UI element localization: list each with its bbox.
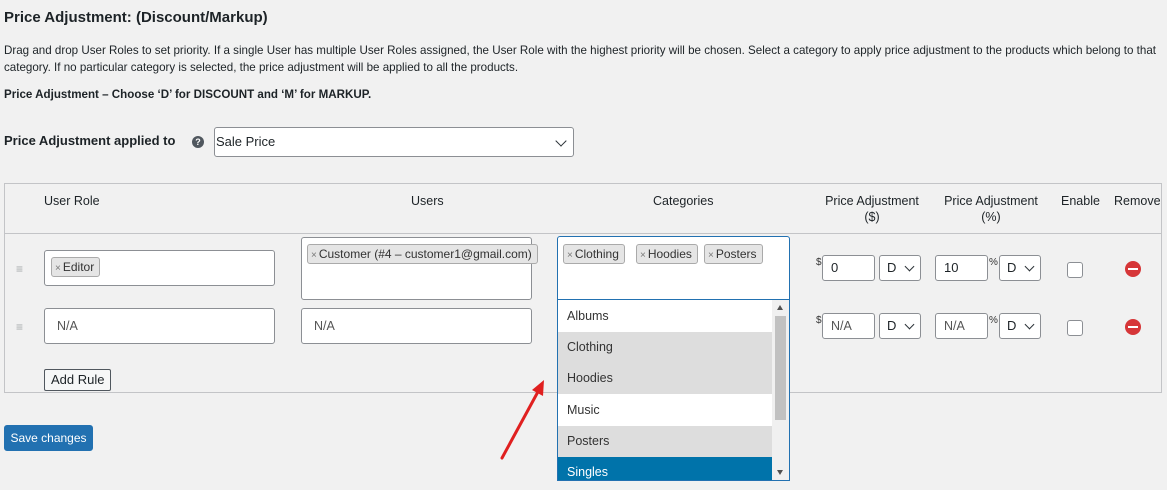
header-users: Users — [411, 194, 444, 208]
drag-handle-icon[interactable]: ≡ — [16, 263, 23, 275]
fixed-type-select[interactable]: D — [879, 313, 921, 339]
dropdown-option[interactable]: Music — [558, 395, 772, 426]
percent-adjustment-input[interactable]: 10 — [935, 255, 988, 281]
users-placeholder: N/A — [314, 319, 335, 333]
section-description: Drag and drop User Roles to set priority… — [4, 44, 1157, 74]
applied-to-select[interactable]: Sale Price — [214, 127, 574, 157]
fixed-adjustment-input[interactable]: N/A — [822, 313, 875, 339]
remove-icon[interactable] — [1125, 319, 1141, 335]
section-title: Price Adjustment: (Discount/Markup) — [4, 9, 268, 26]
remove-tag-icon[interactable]: × — [55, 263, 61, 274]
applied-to-value: Sale Price — [216, 134, 276, 149]
category-tag[interactable]: × Clothing — [563, 244, 625, 264]
help-icon[interactable]: ? — [192, 136, 204, 148]
save-changes-button[interactable]: Save changes — [4, 425, 93, 451]
dropdown-option[interactable]: Posters — [558, 426, 772, 457]
currency-symbol: $ — [816, 315, 822, 326]
users-input[interactable]: N/A — [301, 308, 532, 344]
chevron-down-icon — [904, 261, 915, 272]
remove-tag-icon[interactable]: × — [708, 250, 714, 261]
header-price-adjustment-percent-unit: (%) — [981, 210, 1001, 224]
user-role-input[interactable]: N/A — [44, 308, 275, 344]
dropdown-option[interactable]: Albums — [558, 301, 772, 332]
enable-checkbox[interactable] — [1067, 262, 1083, 278]
header-price-adjustment-fixed-unit: ($) — [864, 210, 880, 224]
fixed-placeholder: N/A — [831, 319, 852, 333]
chevron-down-icon — [1024, 261, 1035, 272]
percent-adjustment-input[interactable]: N/A — [935, 313, 988, 339]
applied-to-label: Price Adjustment applied to — [4, 133, 176, 148]
header-price-adjustment-fixed-label: Price Adjustment — [825, 194, 919, 208]
categories-input[interactable]: × Clothing × Hoodies × Posters — [557, 236, 790, 300]
remove-tag-icon[interactable]: × — [311, 250, 317, 261]
header-user-role: User Role — [44, 194, 100, 208]
drag-handle-icon[interactable]: ≡ — [16, 321, 23, 333]
chevron-down-icon — [1024, 319, 1035, 330]
scrollbar-thumb[interactable] — [775, 316, 786, 420]
scroll-down-icon[interactable] — [777, 470, 783, 475]
table-header-divider — [5, 233, 1161, 234]
header-price-adjustment-fixed: Price Adjustment ($) — [812, 193, 932, 225]
remove-icon[interactable] — [1125, 261, 1141, 277]
header-enable: Enable — [1061, 194, 1100, 208]
percent-type-select[interactable]: D — [999, 313, 1041, 339]
category-dropdown[interactable]: Albums Clothing Hoodies Music Posters Si… — [557, 299, 790, 481]
enable-checkbox[interactable] — [1067, 320, 1083, 336]
category-tag[interactable]: × Posters — [704, 244, 763, 264]
header-price-adjustment-percent-label: Price Adjustment — [944, 194, 1038, 208]
percent-type-select[interactable]: D — [999, 255, 1041, 281]
dropdown-option[interactable]: Hoodies — [558, 363, 772, 394]
chevron-down-icon — [555, 135, 567, 147]
fixed-adjustment-input[interactable]: 0 — [822, 255, 875, 281]
annotation-arrow-icon — [500, 380, 544, 460]
scroll-up-icon[interactable] — [777, 305, 783, 310]
header-price-adjustment-percent: Price Adjustment (%) — [931, 193, 1051, 225]
percent-placeholder: N/A — [944, 319, 965, 333]
currency-symbol: $ — [816, 257, 822, 268]
dropdown-scrollbar[interactable] — [772, 300, 789, 480]
remove-tag-icon[interactable]: × — [640, 250, 646, 261]
header-remove: Remove — [1114, 194, 1161, 208]
remove-tag-icon[interactable]: × — [567, 250, 573, 261]
chevron-down-icon — [904, 319, 915, 330]
dropdown-option[interactable]: Clothing — [558, 332, 772, 363]
add-rule-button[interactable]: Add Rule — [44, 369, 112, 391]
category-tag[interactable]: × Hoodies — [636, 244, 698, 264]
header-categories: Categories — [653, 194, 714, 208]
percent-symbol: % — [989, 315, 998, 326]
user-role-tag[interactable]: × Editor — [51, 257, 101, 277]
fixed-type-select[interactable]: D — [879, 255, 921, 281]
users-input[interactable]: × Customer (#4 – customer1@gmail.com) — [301, 237, 538, 300]
percent-symbol: % — [989, 257, 998, 268]
section-note: Price Adjustment – Choose ‘D’ for DISCOU… — [4, 88, 372, 101]
users-tag[interactable]: × Customer (#4 – customer1@gmail.com) — [307, 244, 538, 264]
dropdown-option-hovered[interactable]: Singles — [558, 457, 772, 480]
user-role-placeholder: N/A — [57, 319, 78, 333]
user-role-input[interactable]: × Editor — [44, 250, 275, 286]
